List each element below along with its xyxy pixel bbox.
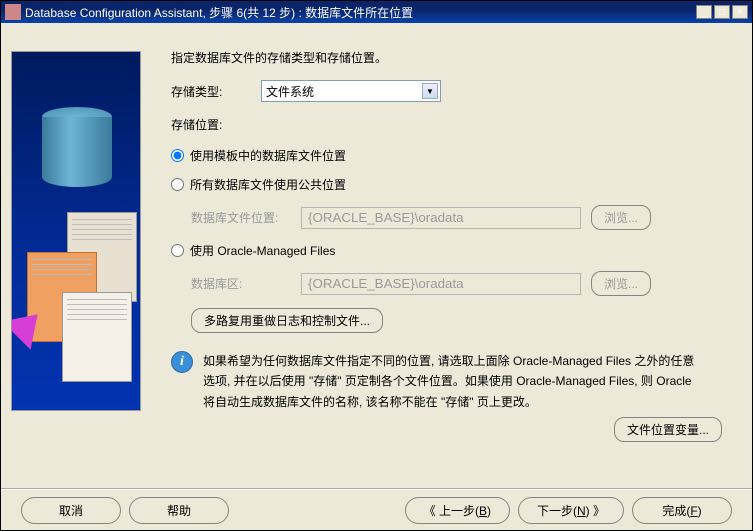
- db-area-field-label: 数据库区:: [191, 275, 291, 292]
- storage-type-label: 存储类型:: [171, 83, 261, 100]
- radio-common-location[interactable]: [171, 178, 184, 191]
- close-button[interactable]: ×: [732, 5, 748, 19]
- left-panel: [1, 23, 161, 488]
- titlebar: Database Configuration Assistant, 步骤 6(共…: [1, 1, 752, 23]
- storage-type-select[interactable]: 文件系统 ▼: [261, 80, 441, 102]
- storage-type-value: 文件系统: [266, 83, 314, 100]
- database-icon: [42, 107, 112, 197]
- back-button[interactable]: 《 上一步(B): [405, 497, 510, 524]
- browse-dbarea-button: 浏览...: [591, 271, 651, 296]
- radio-omf-label: 使用 Oracle-Managed Files: [190, 242, 335, 259]
- browse-common-button: 浏览...: [591, 205, 651, 230]
- info-box: i 如果希望为任何数据库文件指定不同的位置, 请选取上面除 Oracle-Man…: [171, 351, 722, 412]
- next-button[interactable]: 下一步(N) 》: [518, 497, 624, 524]
- intro-text: 指定数据库文件的存储类型和存储位置。: [171, 49, 722, 66]
- radio-omf[interactable]: [171, 244, 184, 257]
- finish-button[interactable]: 完成(F): [632, 497, 732, 524]
- db-area-input: [301, 273, 581, 295]
- info-text: 如果希望为任何数据库文件指定不同的位置, 请选取上面除 Oracle-Manag…: [203, 351, 702, 412]
- multiplex-button[interactable]: 多路复用重做日志和控制文件...: [191, 308, 383, 333]
- footer: 取消 帮助 《 上一步(B) 下一步(N) 》 完成(F): [1, 488, 752, 530]
- app-icon: [5, 4, 21, 20]
- content-area: 指定数据库文件的存储类型和存储位置。 存储类型: 文件系统 ▼ 存储位置: 使用…: [1, 23, 752, 488]
- minimize-button[interactable]: _: [696, 5, 712, 19]
- info-icon: i: [171, 351, 193, 373]
- storage-location-label: 存储位置:: [171, 116, 261, 133]
- cancel-button[interactable]: 取消: [21, 497, 121, 524]
- radio-common-label: 所有数据库文件使用公共位置: [190, 176, 346, 193]
- wizard-graphic: [11, 51, 141, 411]
- file-location-vars-button[interactable]: 文件位置变量...: [614, 417, 722, 442]
- common-location-field-label: 数据库文件位置:: [191, 209, 291, 226]
- window-title: Database Configuration Assistant, 步骤 6(共…: [25, 4, 696, 21]
- radio-template-label: 使用模板中的数据库文件位置: [190, 147, 346, 164]
- dialog-window: Database Configuration Assistant, 步骤 6(共…: [0, 0, 753, 531]
- chevron-down-icon: ▼: [422, 83, 438, 99]
- help-button[interactable]: 帮助: [129, 497, 229, 524]
- radio-template-location[interactable]: [171, 149, 184, 162]
- common-location-input: [301, 207, 581, 229]
- maximize-button[interactable]: □: [714, 5, 730, 19]
